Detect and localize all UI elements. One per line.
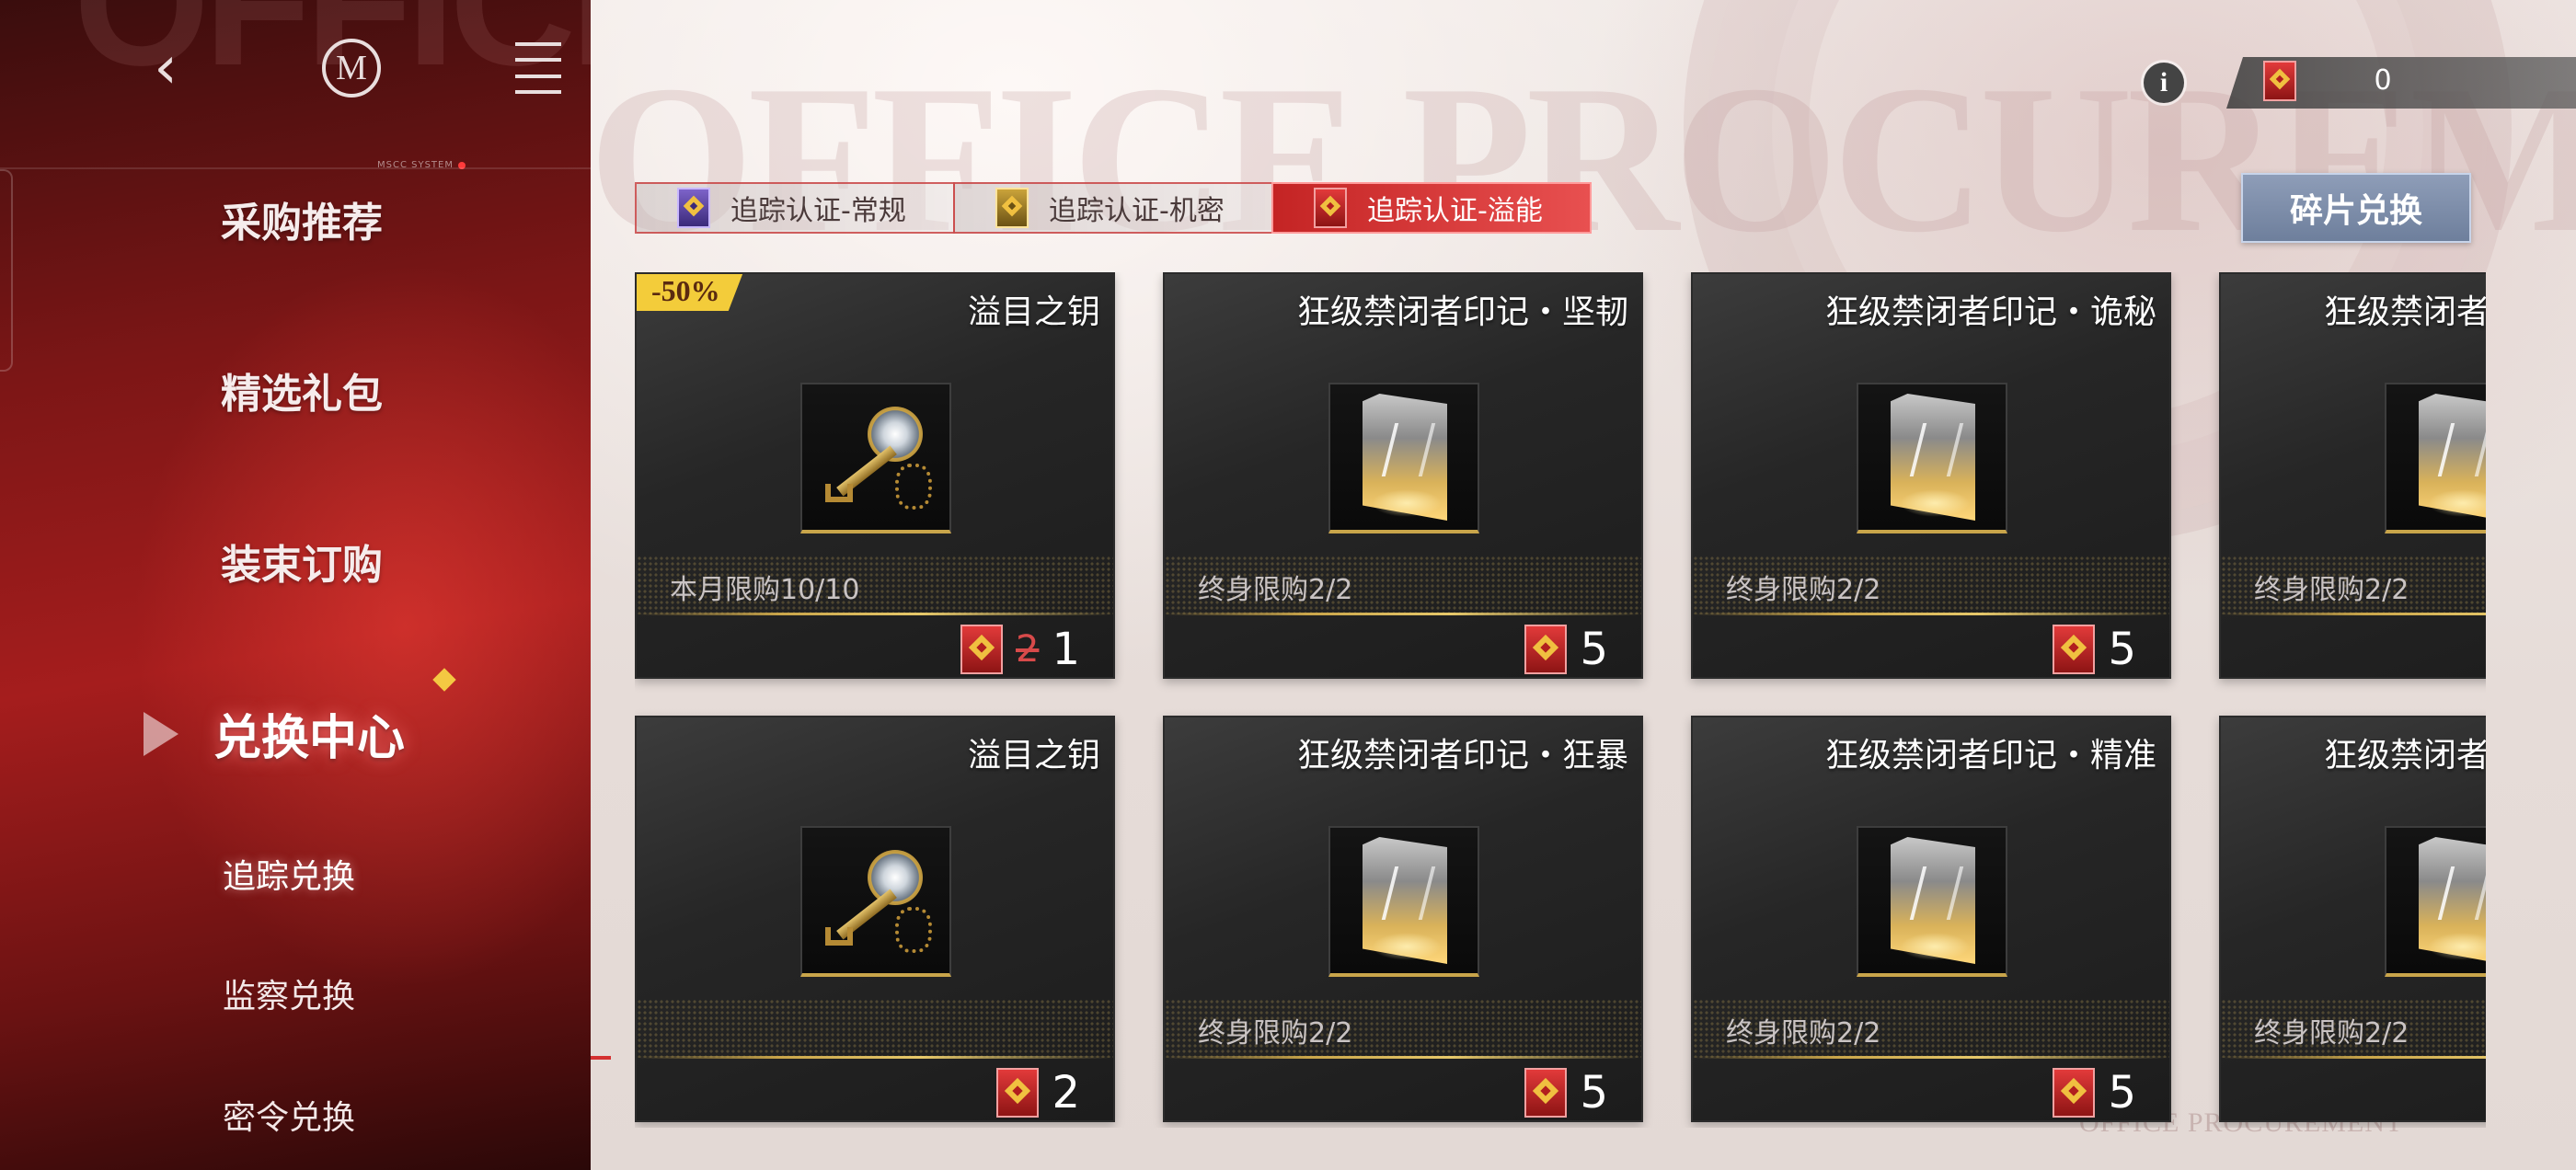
- price: 5: [2053, 1067, 2136, 1118]
- item-title: 狂级禁闭者印记・坚韧: [1296, 293, 1628, 331]
- price-value: 5: [1580, 1067, 1608, 1118]
- frame-bracket: [0, 169, 13, 372]
- item-card[interactable]: 狂级禁闭者 终身限购2/2: [2219, 272, 2486, 679]
- purchase-limit: 终身限购2/2: [1198, 574, 1353, 606]
- red-certificate-icon: [1524, 1068, 1568, 1118]
- card-divider: [637, 1056, 1113, 1059]
- card-divider: [2221, 613, 2486, 615]
- purple-certificate-icon: [677, 188, 710, 228]
- sub-item-secret-order-exchange[interactable]: 密令兑换: [223, 1091, 355, 1139]
- nav-item-procurement-recommend[interactable]: 采购推荐: [221, 189, 383, 248]
- fragment-exchange-button[interactable]: 碎片兑换: [2241, 173, 2471, 243]
- discount-badge: -50%: [637, 274, 744, 311]
- sub-item-inspection-exchange[interactable]: 监察兑换: [223, 969, 355, 1017]
- nav-item-exchange-center[interactable]: 兑换中心: [213, 699, 405, 768]
- item-title: 狂级禁闭者印记・狂暴: [1296, 737, 1628, 774]
- item-thumbnail: [1328, 826, 1479, 977]
- tab-tracking-regular[interactable]: 追踪认证-常规: [635, 182, 955, 234]
- item-card[interactable]: 狂级禁闭者印记・狂暴 终身限购2/2 5: [1163, 716, 1643, 1122]
- item-card[interactable]: 狂级禁闭者 终身限购2/2: [2219, 716, 2486, 1122]
- price: 5: [1524, 1067, 1608, 1118]
- red-certificate-icon: [960, 625, 1003, 674]
- tab-tracking-overflow[interactable]: 追踪认证-溢能: [1271, 182, 1592, 234]
- red-certificate-icon: [1524, 625, 1568, 674]
- red-certificate-icon: [2053, 1068, 2096, 1118]
- item-thumbnail: [800, 383, 951, 533]
- card-divider: [1693, 1056, 2169, 1059]
- item-card[interactable]: 溢目之钥 本月限购10/10 2 1 -50%: [635, 272, 1115, 679]
- purchase-limit: 终身限购2/2: [1198, 1017, 1353, 1050]
- price-value: 2: [1052, 1067, 1080, 1118]
- nav-item-featured-packs[interactable]: 精选礼包: [221, 361, 383, 419]
- notification-diamond-icon: [432, 668, 456, 692]
- certificate-tabs: 追踪认证-常规 追踪认证-机密 追踪认证-溢能: [635, 182, 1597, 234]
- item-card[interactable]: 狂级禁闭者印记・精准 终身限购2/2 5: [1691, 716, 2171, 1122]
- price-value: 5: [2108, 1067, 2136, 1118]
- logo-icon[interactable]: M: [322, 39, 381, 98]
- menu-icon[interactable]: [513, 42, 563, 94]
- price: 5: [2053, 624, 2136, 675]
- item-thumbnail: [1857, 383, 2007, 533]
- tab-label: 追踪认证-机密: [1049, 195, 1225, 227]
- price-value: 5: [1580, 624, 1608, 675]
- price: 2 1: [960, 624, 1080, 675]
- frame-divider: [0, 167, 591, 169]
- seal-shard-icon: [1350, 832, 1458, 969]
- red-certificate-icon: [2053, 625, 2096, 674]
- currency-value: 0: [2374, 64, 2392, 97]
- red-certificate-icon: [996, 1068, 1040, 1118]
- item-title: 狂级禁闭者: [2324, 737, 2486, 774]
- item-grid: 溢目之钥 本月限购10/10 2 1 -50% 狂级禁闭者印记・坚韧 终身限购2…: [635, 272, 2486, 1128]
- item-card[interactable]: 溢目之钥 2: [635, 716, 1115, 1122]
- seal-shard-icon: [1878, 388, 1986, 526]
- item-thumbnail: [2385, 826, 2486, 977]
- seal-shard-icon: [2406, 832, 2486, 969]
- purchase-limit: 终身限购2/2: [2254, 1017, 2409, 1050]
- sidebar: OFFICE PROCUREMENT ‹ M MSCC SYSTEM 采购推荐 …: [0, 0, 591, 1170]
- red-certificate-icon: [2263, 61, 2296, 105]
- red-certificate-icon: [1314, 188, 1347, 228]
- seal-shard-icon: [1350, 388, 1458, 526]
- nav-item-outfit-order[interactable]: 装束订购: [221, 532, 383, 591]
- item-title: 溢目之钥: [967, 293, 1100, 331]
- tab-tracking-confidential[interactable]: 追踪认证-机密: [953, 182, 1273, 234]
- item-title: 狂级禁闭者印记・精准: [1824, 737, 2156, 774]
- item-thumbnail: [1328, 383, 1479, 533]
- item-thumbnail: [800, 826, 951, 977]
- card-divider: [2221, 1056, 2486, 1059]
- item-title: 狂级禁闭者印记・诡秘: [1824, 293, 2156, 331]
- seal-shard-icon: [1878, 832, 1986, 969]
- item-title: 狂级禁闭者: [2324, 293, 2486, 331]
- price-value: 1: [1052, 624, 1080, 675]
- original-price: 2: [1016, 628, 1040, 671]
- card-divider: [1693, 613, 2169, 615]
- item-card[interactable]: 狂级禁闭者印记・诡秘 终身限购2/2 5: [1691, 272, 2171, 679]
- item-title: 溢目之钥: [967, 737, 1100, 774]
- eye-key-icon: [816, 397, 936, 517]
- purchase-limit: 终身限购2/2: [1726, 1017, 1881, 1050]
- info-button[interactable]: i: [2144, 63, 2184, 103]
- price: 5: [1524, 624, 1608, 675]
- tab-label: 追踪认证-溢能: [1367, 195, 1543, 227]
- price: 2: [996, 1067, 1080, 1118]
- seal-shard-icon: [2406, 388, 2486, 526]
- back-icon[interactable]: ‹: [138, 34, 193, 102]
- item-thumbnail: [1857, 826, 2007, 977]
- sub-item-tracking-exchange[interactable]: 追踪兑换: [223, 850, 355, 898]
- tab-label: 追踪认证-常规: [730, 195, 906, 227]
- card-divider: [1165, 1056, 1641, 1059]
- item-thumbnail: [2385, 383, 2486, 533]
- price-value: 5: [2108, 624, 2136, 675]
- purchase-limit: 本月限购10/10: [670, 574, 860, 606]
- gold-certificate-icon: [995, 188, 1029, 228]
- purchase-limit: 终身限购2/2: [2254, 574, 2409, 606]
- eye-key-icon: [816, 841, 936, 960]
- purchase-limit: 终身限购2/2: [1726, 574, 1881, 606]
- active-arrow-icon: [144, 712, 178, 756]
- card-divider: [637, 613, 1113, 615]
- card-divider: [1165, 613, 1641, 615]
- sidebar-accent: [591, 1056, 611, 1060]
- item-card[interactable]: 狂级禁闭者印记・坚韧 终身限购2/2 5: [1163, 272, 1643, 679]
